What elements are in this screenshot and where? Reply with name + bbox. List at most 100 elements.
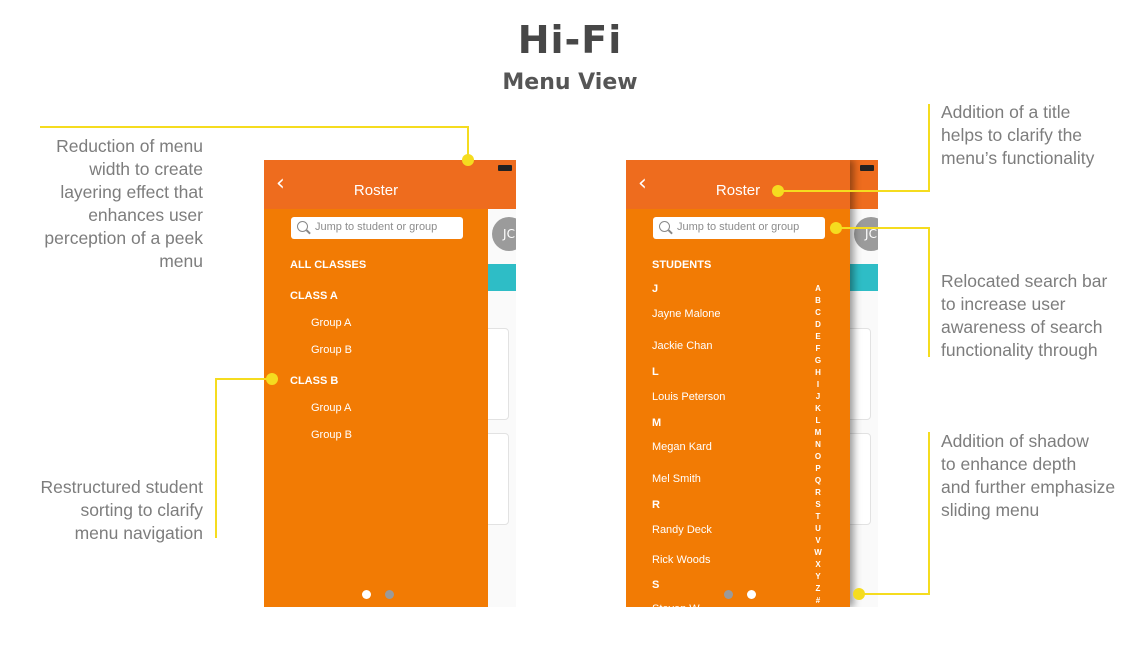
alphabet-letter[interactable]: O xyxy=(813,451,823,463)
annotation-line: Relocated search bar xyxy=(941,271,1108,291)
search-placeholder: Jump to student or group xyxy=(677,221,800,233)
alphabet-letter[interactable]: L xyxy=(813,415,823,427)
alphabet-letter[interactable]: U xyxy=(813,523,823,535)
page-subtitle: Menu View xyxy=(502,70,638,95)
alphabet-letter[interactable]: I xyxy=(813,379,823,391)
annotation-shadow: Addition of shadow to enhance depth and fu… xyxy=(941,430,1115,522)
letter-header: R xyxy=(652,499,660,511)
alphabet-letter[interactable]: G xyxy=(813,355,823,367)
alphabet-letter[interactable]: Z xyxy=(813,583,823,595)
annotation-line: to enhance depth xyxy=(941,454,1077,474)
annotation-line: to increase user xyxy=(941,294,1066,314)
alphabet-letter[interactable]: H xyxy=(813,367,823,379)
page-dot-1[interactable] xyxy=(362,590,371,599)
letter-header: L xyxy=(652,366,659,378)
callout-dot xyxy=(853,588,865,600)
battery-icon xyxy=(860,165,874,171)
callout-dot xyxy=(462,154,474,166)
alphabet-letter[interactable]: S xyxy=(813,499,823,511)
alphabet-letter[interactable]: C xyxy=(813,307,823,319)
annotation-line: Addition of a title xyxy=(941,102,1071,122)
side-menu: ‹ Roster Jump to student or group STUDEN… xyxy=(626,160,850,607)
menu-class-item[interactable]: CLASS B xyxy=(290,375,338,387)
annotation-search: Relocated search bar to increase user awar… xyxy=(941,270,1107,362)
student-item[interactable]: Jayne Malone xyxy=(652,308,721,320)
search-icon xyxy=(659,221,670,232)
annotation-line: enhances user xyxy=(88,205,203,225)
menu-group-item[interactable]: Group B xyxy=(311,429,352,441)
annotation-line: sliding menu xyxy=(941,500,1040,520)
callout-dot xyxy=(772,185,784,197)
search-input[interactable]: Jump to student or group xyxy=(653,217,825,239)
alphabet-letter[interactable]: B xyxy=(813,295,823,307)
alphabet-letter[interactable]: F xyxy=(813,343,823,355)
alphabet-letter[interactable]: R xyxy=(813,487,823,499)
alphabet-letter[interactable]: M xyxy=(813,427,823,439)
alphabet-letter[interactable]: D xyxy=(813,319,823,331)
menu-class-item[interactable]: ALL CLASSES xyxy=(290,259,366,271)
search-icon xyxy=(297,221,308,232)
annotation-line: width to create xyxy=(89,159,203,179)
menu-group-item[interactable]: Group A xyxy=(311,317,351,329)
side-menu: ‹ Roster Jump to student or group ALL CL… xyxy=(264,160,488,607)
callout-line xyxy=(780,190,930,192)
alphabet-letter[interactable]: V xyxy=(813,535,823,547)
alphabet-letter[interactable]: W xyxy=(813,547,823,559)
annotation-line: perception of a peek xyxy=(44,228,203,248)
annotation-line: Addition of shadow xyxy=(941,431,1089,451)
alphabet-letter[interactable]: J xyxy=(813,391,823,403)
student-item[interactable]: Rick Woods xyxy=(652,554,710,566)
callout-line xyxy=(928,104,930,192)
student-item[interactable]: Jackie Chan xyxy=(652,340,713,352)
callout-line xyxy=(40,126,469,128)
alphabet-letter[interactable]: X xyxy=(813,559,823,571)
annotation-menu-width: Reduction of menu width to create layering… xyxy=(44,135,203,273)
annotation-line: Restructured student xyxy=(40,477,203,497)
menu-class-item[interactable]: CLASS A xyxy=(290,290,338,302)
alphabet-letter[interactable]: T xyxy=(813,511,823,523)
page-dot-2[interactable] xyxy=(747,590,756,599)
annotation-title: Addition of a title helps to clarify the m… xyxy=(941,101,1094,170)
annotation-line: layering effect that xyxy=(60,182,203,202)
annotation-sorting: Restructured student sorting to clarify me… xyxy=(41,476,203,545)
battery-icon xyxy=(498,165,512,171)
alphabet-index[interactable]: A B C D E F G H I J K L M N O P Q R S T U V W X Y Z # xyxy=(813,283,823,607)
callout-dot xyxy=(830,222,842,234)
student-item[interactable]: Louis Peterson xyxy=(652,391,725,403)
alphabet-letter[interactable]: # xyxy=(813,595,823,607)
annotation-line: awareness of search xyxy=(941,317,1103,337)
menu-group-item[interactable]: Group A xyxy=(311,402,351,414)
student-item[interactable]: Randy Deck xyxy=(652,524,712,536)
page-dot-1[interactable] xyxy=(724,590,733,599)
student-item[interactable]: Megan Kard xyxy=(652,441,712,453)
menu-header: ‹ Roster xyxy=(264,160,488,209)
student-item[interactable]: Mel Smith xyxy=(652,473,701,485)
callout-dot xyxy=(266,373,278,385)
alphabet-letter[interactable]: A xyxy=(813,283,823,295)
search-placeholder: Jump to student or group xyxy=(315,221,438,233)
alphabet-letter[interactable]: N xyxy=(813,439,823,451)
alphabet-letter[interactable]: P xyxy=(813,463,823,475)
menu-group-item[interactable]: Group B xyxy=(311,344,352,356)
callout-line xyxy=(215,378,217,538)
letter-header: S xyxy=(652,579,660,591)
alphabet-letter[interactable]: E xyxy=(813,331,823,343)
callout-line xyxy=(928,432,930,595)
alphabet-letter[interactable]: Y xyxy=(813,571,823,583)
callout-line xyxy=(928,227,930,357)
annotation-line: sorting to clarify xyxy=(80,500,203,520)
alphabet-letter[interactable]: K xyxy=(813,403,823,415)
annotation-line: menu’s functionality xyxy=(941,148,1095,168)
callout-line xyxy=(860,593,930,595)
letter-header: M xyxy=(652,417,662,429)
alphabet-letter[interactable]: Q xyxy=(813,475,823,487)
callout-line xyxy=(215,378,272,380)
page-dot-2[interactable] xyxy=(385,590,394,599)
student-item[interactable]: Steven W... xyxy=(652,603,708,607)
annotation-line: menu navigation xyxy=(74,523,203,543)
menu-title: Roster xyxy=(353,182,399,199)
annotation-line: helps to clarify the xyxy=(941,125,1083,145)
search-input[interactable]: Jump to student or group xyxy=(291,217,463,239)
menu-header: ‹ Roster xyxy=(626,160,850,209)
annotation-line: Reduction of menu xyxy=(56,136,203,156)
